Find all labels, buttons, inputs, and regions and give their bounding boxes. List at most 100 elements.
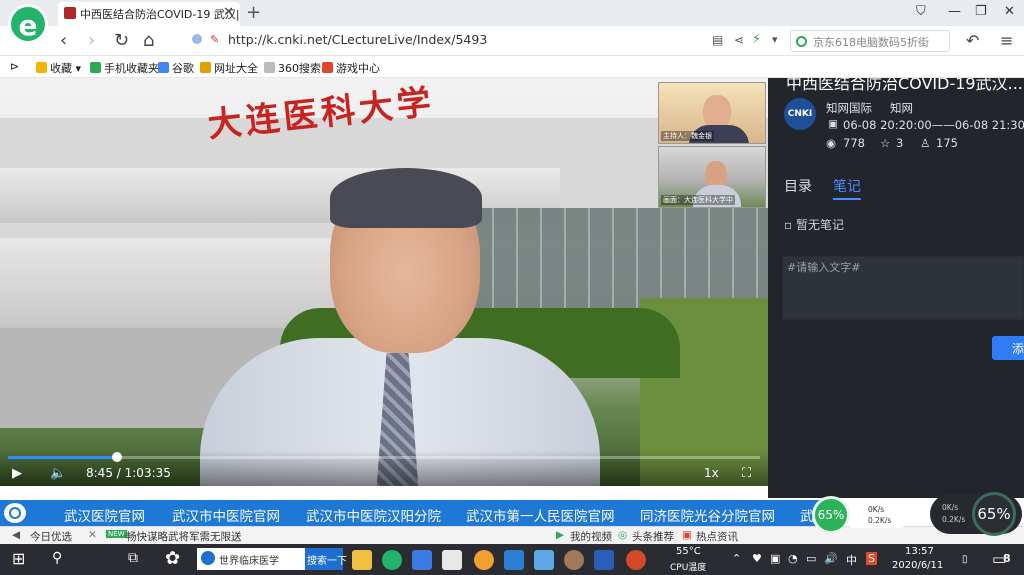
- network-speed-widget[interactable]: 0K/s 0.2K/s: [850, 502, 910, 528]
- speaker-video-thumbnail[interactable]: 画面：大连医科大学中: [658, 146, 766, 208]
- browser-tab[interactable]: 中西医结合防治COVID-19 武汉| ✕: [58, 2, 240, 26]
- clock-date[interactable]: 2020/6/11: [892, 560, 943, 571]
- status-news[interactable]: 畅快谋略武将军需无限送: [126, 529, 242, 544]
- tab-catalog[interactable]: 目录: [784, 176, 812, 196]
- game-icon: [322, 62, 333, 73]
- banner-link[interactable]: 武汉市中医院官网: [172, 505, 280, 525]
- new-tab-button[interactable]: +: [246, 2, 261, 23]
- phone-icon: [90, 62, 101, 73]
- tab-notes[interactable]: 笔记: [833, 176, 861, 196]
- host-label: 主持人：魏金银: [661, 131, 714, 141]
- url-text: http://k.cnki.net/CLectureLive/Index/549…: [228, 32, 488, 47]
- close-tab-icon[interactable]: ✕: [223, 5, 234, 20]
- browser-taskbar-icon[interactable]: [382, 550, 402, 570]
- volume-icon[interactable]: 🔊: [824, 552, 838, 565]
- reload-button[interactable]: ↻: [114, 30, 129, 51]
- bookmark-games[interactable]: 游戏中心: [322, 60, 380, 76]
- star-icon: [36, 62, 47, 73]
- bookmark-sites[interactable]: 网址大全: [200, 60, 258, 76]
- browser-logo-icon[interactable]: e: [8, 4, 48, 44]
- progress-handle[interactable]: [112, 452, 123, 462]
- dropdown-icon[interactable]: ▾: [772, 33, 778, 46]
- host-video-thumbnail[interactable]: 主持人：魏金银: [658, 82, 766, 144]
- mail-icon[interactable]: [504, 550, 524, 570]
- forward-button[interactable]: ›: [88, 30, 95, 51]
- avatar[interactable]: [564, 550, 584, 570]
- bookmark-google[interactable]: 谷歌: [158, 60, 194, 76]
- banner-link[interactable]: 同济医院光谷分院官网: [640, 505, 775, 525]
- video-progress-bar[interactable]: [8, 452, 760, 462]
- status-picks[interactable]: 今日优选: [30, 529, 72, 544]
- reader-icon[interactable]: ▤: [712, 33, 723, 47]
- lecture-title: 中西医结合防治COVID-19武汉...: [786, 78, 1023, 93]
- close-window-button[interactable]: ✕: [1004, 4, 1015, 19]
- page-icon: [264, 62, 275, 73]
- view-count: 778: [843, 136, 865, 150]
- top-news[interactable]: 头条推荐: [632, 529, 674, 544]
- tab-title: 中西医结合防治COVID-19 武汉|: [80, 8, 240, 21]
- share-icon[interactable]: ⋖: [734, 33, 744, 47]
- cpu-usage-ball-dark[interactable]: 65%: [972, 492, 1016, 536]
- note-input[interactable]: #请输入文字#: [782, 256, 1024, 320]
- search-icon[interactable]: ⚲: [52, 550, 62, 566]
- sidebar-toggle-icon[interactable]: ⊳: [10, 60, 19, 73]
- speed-button[interactable]: 1x: [704, 466, 719, 480]
- play-icon[interactable]: ▶: [12, 466, 22, 481]
- close-icon[interactable]: ✕: [88, 529, 97, 541]
- task-view-icon[interactable]: ⧉: [128, 550, 138, 566]
- undo-icon[interactable]: ↶: [966, 31, 979, 50]
- security-icon: [192, 34, 202, 44]
- add-note-button[interactable]: 添: [992, 336, 1024, 360]
- clock-time[interactable]: 13:57: [905, 546, 934, 557]
- banner-link[interactable]: 武汉医院官网: [64, 505, 145, 525]
- hot-news[interactable]: 热点资讯: [696, 529, 738, 544]
- ime-indicator[interactable]: 中: [846, 552, 857, 568]
- status-bar: ◀ 今日优选 ✕ NEW 畅快谋略武将军需无限送 ▶ 我的视频 ◎ 头条推荐 ▣…: [0, 526, 1024, 544]
- windows-start-icon[interactable]: ⊞: [12, 549, 25, 568]
- organizer[interactable]: 知网国际: [826, 100, 872, 116]
- chevron-up-icon[interactable]: ⌃: [732, 552, 741, 565]
- sogou-icon[interactable]: S: [866, 552, 877, 565]
- send-icon[interactable]: [534, 550, 554, 570]
- bookmark-favorites[interactable]: 收藏 ▾: [36, 60, 81, 76]
- video-player[interactable]: 大连医科大学 主持人：魏金银 画面：大连医科大学中: [0, 78, 768, 486]
- star-icon[interactable]: ☆: [880, 136, 890, 150]
- fullscreen-icon[interactable]: ⛶: [742, 466, 751, 481]
- show-desktop-icon[interactable]: ▯: [962, 554, 968, 565]
- video-icon: ▶: [556, 529, 565, 541]
- shirt-icon[interactable]: ⛉: [916, 4, 926, 19]
- network-icon[interactable]: ▭: [806, 552, 816, 565]
- tray-icon[interactable]: ◔: [788, 552, 798, 565]
- banner-link[interactable]: 武汉市中医院汉阳分院: [306, 505, 441, 525]
- progress-fill: [8, 456, 118, 459]
- taskbar-search-button[interactable]: 搜索一下: [305, 548, 347, 570]
- organizer-secondary[interactable]: 知网: [890, 100, 913, 116]
- app-icon[interactable]: [412, 550, 432, 570]
- back-button[interactable]: ‹: [60, 30, 67, 51]
- menu-icon[interactable]: ≡: [1000, 31, 1013, 50]
- powerpoint-icon[interactable]: [626, 550, 646, 570]
- tray-app-icon[interactable]: ♥: [752, 552, 762, 565]
- store-icon[interactable]: [442, 550, 462, 570]
- speaker-icon: ◀: [12, 529, 21, 541]
- banner-link[interactable]: 武汉市第一人民医院官网: [466, 505, 615, 525]
- file-explorer-icon[interactable]: [352, 550, 372, 570]
- my-videos[interactable]: 我的视频: [570, 529, 612, 544]
- bookmark-360-search[interactable]: 360搜索: [264, 60, 321, 76]
- tray-icon[interactable]: ▣: [770, 552, 780, 565]
- url-field[interactable]: ✎ http://k.cnki.net/CLectureLive/Index/5…: [190, 30, 695, 52]
- bookmark-mobile[interactable]: 手机收藏夹: [90, 60, 159, 76]
- taskbar-search-input[interactable]: 世界临床医学: [197, 548, 305, 570]
- search-input[interactable]: 京东618电脑数码5折街: [790, 30, 950, 52]
- firefox-icon[interactable]: [474, 550, 494, 570]
- cpu-usage-ball[interactable]: 65%: [812, 496, 850, 534]
- minimize-button[interactable]: —: [948, 4, 961, 19]
- search-icon[interactable]: [4, 503, 26, 523]
- home-button[interactable]: ⌂: [143, 30, 154, 51]
- lightning-icon[interactable]: ⚡: [752, 32, 761, 47]
- restore-button[interactable]: ❐: [975, 4, 987, 19]
- word-icon[interactable]: [594, 550, 614, 570]
- browser-icon: [201, 551, 215, 565]
- fan-app-icon[interactable]: ✿: [165, 548, 180, 569]
- volume-icon[interactable]: 🔈: [50, 466, 66, 481]
